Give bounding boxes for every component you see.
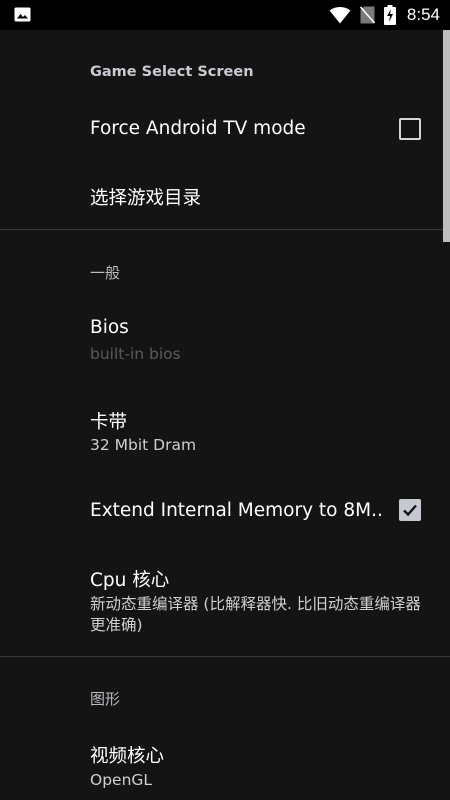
image-icon	[14, 7, 31, 22]
status-bar: 8:54	[0, 0, 450, 30]
pref-title: Cpu 核心	[90, 570, 170, 591]
settings-screen: 8:54 Game Select Screen Force Android TV…	[0, 0, 450, 800]
section-divider	[0, 229, 450, 230]
scrollbar[interactable]	[443, 30, 450, 242]
pref-select-game-directory[interactable]: 选择游戏目录	[0, 160, 450, 228]
pref-summary: 32 Mbit Dram	[90, 436, 197, 454]
status-icons: 8:54	[329, 0, 440, 30]
pref-title: Extend Internal Memory to 8M..	[90, 500, 383, 521]
pref-cpu-core[interactable]: Cpu 核心 新动态重编译器 (比解释器快. 比旧动态重编译器更准确)	[0, 552, 450, 652]
pref-title: Force Android TV mode	[90, 118, 306, 139]
category-header-general: 一般	[90, 264, 121, 282]
checkbox-extend-internal-memory[interactable]	[399, 499, 421, 521]
section-divider	[0, 656, 450, 657]
pref-summary: OpenGL	[90, 771, 153, 789]
wifi-icon	[329, 6, 351, 23]
pref-summary: 新动态重编译器 (比解释器快. 比旧动态重编译器更准确)	[90, 595, 421, 634]
preferences-list: Game Select Screen Force Android TV mode…	[0, 30, 450, 800]
check-icon	[403, 504, 417, 517]
clock: 8:54	[406, 5, 440, 24]
battery-charging-icon	[383, 5, 396, 25]
category-header-game-select: Game Select Screen	[90, 64, 254, 80]
pref-bios[interactable]: Bios built-in bios	[0, 300, 450, 380]
pref-title: 视频核心	[90, 746, 165, 767]
pref-extend-internal-memory[interactable]: Extend Internal Memory to 8M..	[0, 478, 450, 548]
pref-force-android-tv[interactable]: Force Android TV mode	[0, 88, 450, 170]
category-header-graphics: 图形	[90, 690, 121, 708]
no-sim-icon	[359, 6, 375, 24]
pref-summary: built-in bios	[90, 345, 181, 363]
pref-cartridge[interactable]: 卡带 32 Mbit Dram	[0, 392, 450, 472]
pref-title: 卡带	[90, 412, 128, 433]
pref-video-core[interactable]: 视频核心 OpenGL	[0, 730, 450, 800]
pref-title: 选择游戏目录	[90, 188, 202, 209]
pref-title: Bios	[90, 317, 129, 338]
checkbox-force-android-tv[interactable]	[399, 118, 421, 140]
